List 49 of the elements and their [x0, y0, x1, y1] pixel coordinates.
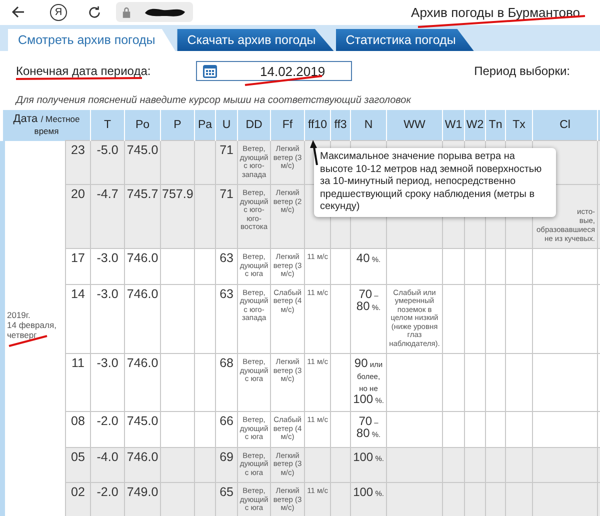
- table-cell: 02: [66, 482, 91, 516]
- column-header[interactable]: T: [90, 110, 125, 140]
- table-cell: -2.0: [90, 412, 125, 447]
- table-cell: -3.0: [90, 248, 125, 284]
- column-header[interactable]: W2: [464, 110, 486, 140]
- column-header[interactable]: ff3: [330, 110, 351, 140]
- column-header[interactable]: Дата / Местное время: [2, 110, 91, 140]
- tab[interactable]: Скачать архив погоды: [177, 29, 334, 51]
- lock-icon: [122, 6, 131, 18]
- table-cell: 745.0: [124, 412, 161, 447]
- end-date-label: Конечная дата периода:: [16, 64, 152, 78]
- calendar-icon: [202, 63, 218, 79]
- column-header[interactable]: U: [216, 110, 238, 140]
- back-icon[interactable]: [10, 4, 26, 20]
- table-cell: 20: [66, 184, 91, 248]
- page-title: Архив погоды в Бурмантово: [411, 4, 580, 20]
- table-cell: 63: [216, 248, 238, 284]
- redaction-mark: [143, 6, 187, 18]
- annotation-stroke: [7, 334, 49, 348]
- table-cell: 23: [66, 140, 91, 184]
- arrow-icon: [309, 140, 319, 166]
- table-cell: 746.0: [124, 248, 161, 284]
- period-label: Период выборки:: [474, 64, 570, 78]
- date-text: 2019г. 14 февраля, четверг: [7, 310, 58, 340]
- date-field[interactable]: 14.02.2019: [196, 61, 352, 81]
- reload-icon[interactable]: [87, 4, 102, 20]
- column-header[interactable]: Cl: [532, 110, 598, 140]
- column-header[interactable]: Tx: [506, 110, 533, 140]
- column-header[interactable]: Ff: [270, 110, 305, 140]
- column-header[interactable]: Pa: [194, 110, 216, 140]
- column-header[interactable]: WW: [386, 110, 443, 140]
- column-header[interactable]: W1: [442, 110, 465, 140]
- table-cell: 11: [66, 354, 91, 412]
- column-header[interactable]: P: [160, 110, 195, 140]
- column-header[interactable]: DD: [238, 110, 271, 140]
- table-cell: 08: [66, 412, 91, 447]
- column-header[interactable]: ff10: [304, 110, 331, 140]
- table-cell: 66: [216, 412, 238, 447]
- column-header[interactable]: Po: [124, 110, 161, 140]
- tab[interactable]: Смотреть архив погоды: [8, 29, 176, 51]
- hint-text: Для получения пояснений наведите курсор мыши на соответствующий заголовок: [16, 95, 412, 108]
- table-cell: 749.0: [124, 482, 161, 516]
- column-header[interactable]: N: [350, 110, 387, 140]
- tab[interactable]: Статистика погоды: [336, 29, 474, 51]
- browser-logo-button[interactable]: Я: [50, 4, 67, 20]
- column-header[interactable]: Tn: [486, 110, 506, 140]
- table-cell: 14: [66, 284, 91, 354]
- tooltip: Максимальное значение порыва ветра на высоте 10-12 метров над земной поверхностью за 10-минутный период, непосредственно предшествующий сроку наблюдения (метры в секунду): [314, 148, 556, 216]
- table-cell: 17: [66, 248, 91, 284]
